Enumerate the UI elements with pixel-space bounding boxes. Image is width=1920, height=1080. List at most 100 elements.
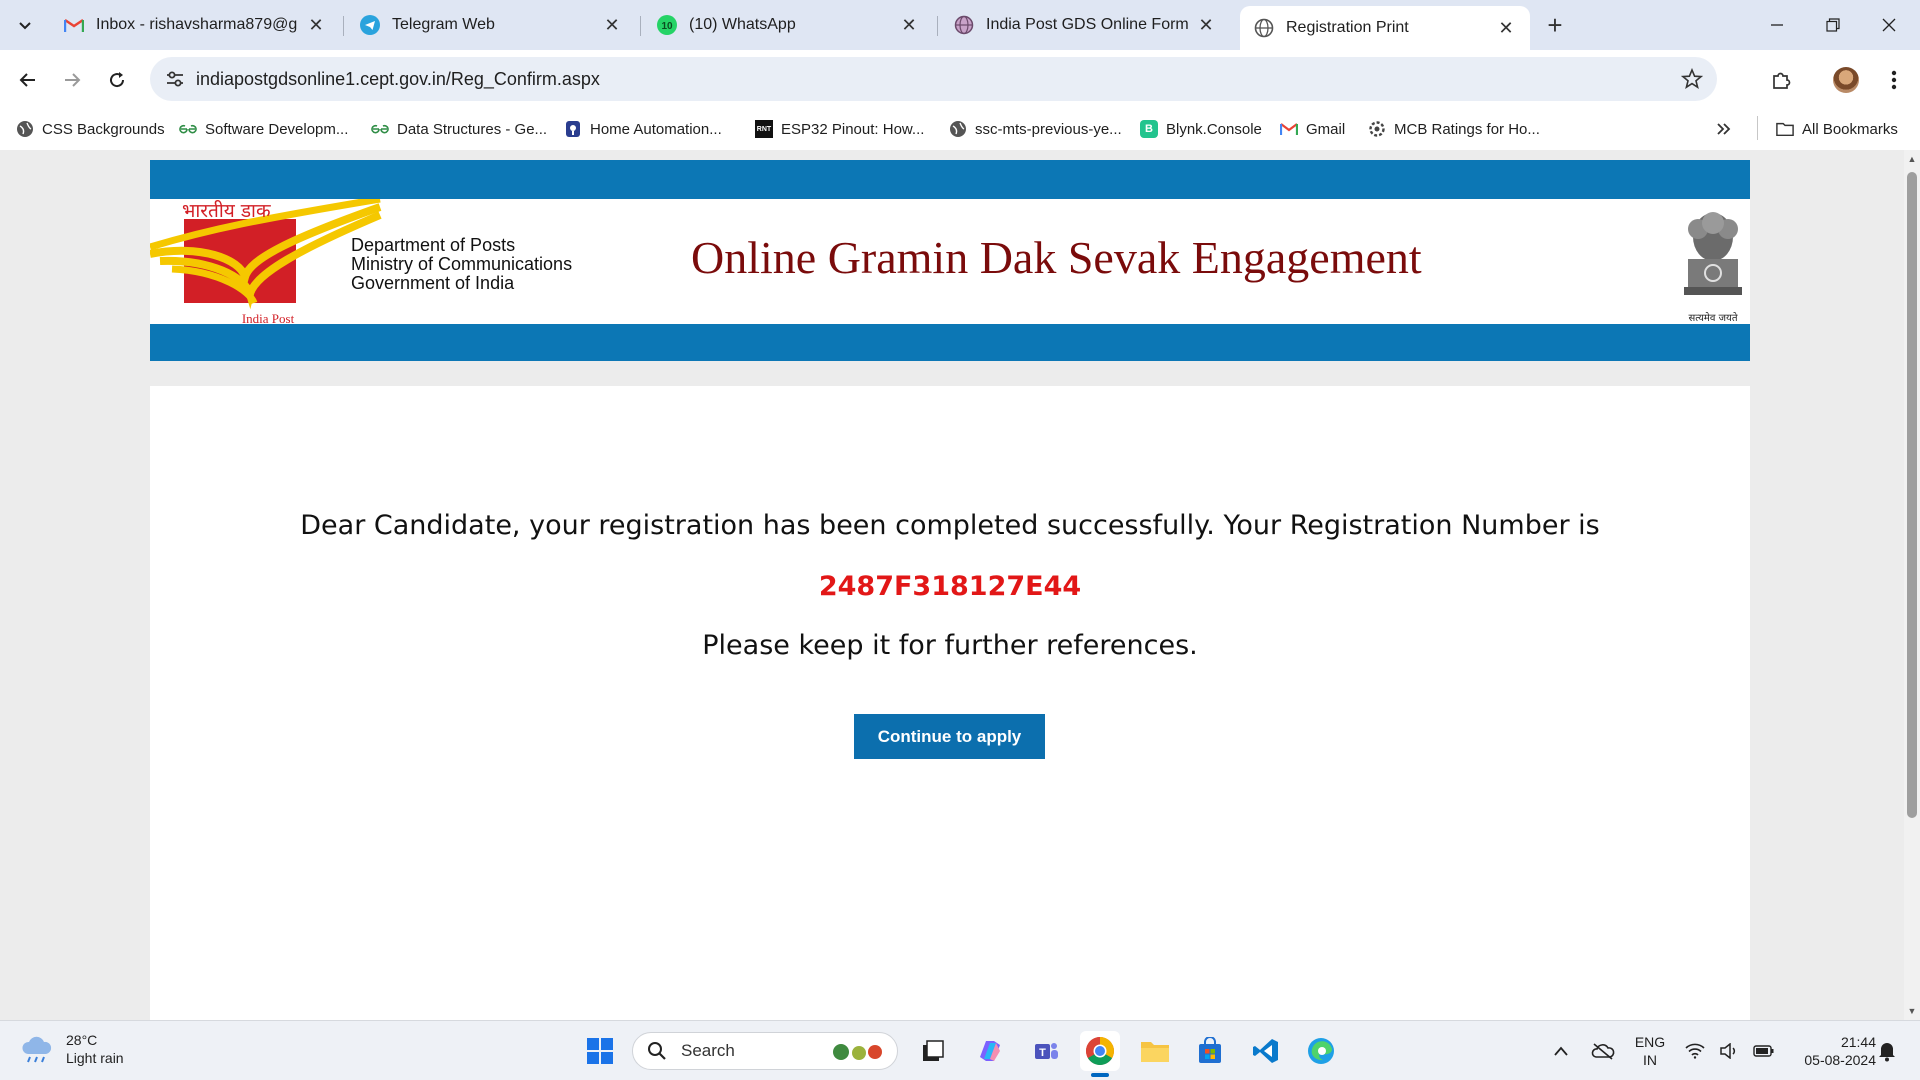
- active-app-indicator: [1091, 1073, 1109, 1077]
- scroll-thumb[interactable]: [1907, 172, 1917, 818]
- bookmark-label: ESP32 Pinout: How...: [781, 120, 925, 138]
- input-language[interactable]: ENG IN: [1630, 1033, 1670, 1069]
- menu-button[interactable]: [1877, 63, 1911, 97]
- bookmarks-overflow-button[interactable]: [1716, 116, 1732, 142]
- taskbar-chrome[interactable]: [1080, 1031, 1120, 1071]
- svg-text:T: T: [1039, 1047, 1046, 1059]
- more-vertical-icon: [1891, 70, 1897, 90]
- site-info-icon[interactable]: [164, 68, 186, 95]
- new-tab-button[interactable]: +: [1540, 10, 1570, 40]
- bookmark-mcb-ratings[interactable]: MCB Ratings for Ho...: [1368, 116, 1540, 142]
- gmail-icon: [64, 15, 84, 35]
- taskbar-edge[interactable]: [1301, 1031, 1341, 1071]
- close-window-button[interactable]: [1861, 0, 1917, 50]
- minimize-button[interactable]: [1749, 0, 1805, 50]
- notifications-button[interactable]: [1870, 1031, 1904, 1071]
- gmail-icon: [1280, 120, 1298, 138]
- header-band-bottom: [150, 324, 1750, 361]
- taskbar-copilot[interactable]: [970, 1031, 1010, 1071]
- tab-strip: Inbox - rishavsharma879@gma ✕ Telegram W…: [0, 0, 1920, 50]
- tab-india-post-form[interactable]: India Post GDS Online Form 202 ✕: [940, 6, 1230, 44]
- department-block: Department of Posts Ministry of Communic…: [351, 236, 572, 293]
- back-button[interactable]: [12, 64, 44, 96]
- close-icon[interactable]: ✕: [1496, 18, 1516, 38]
- bookmark-label: Data Structures - Ge...: [397, 120, 548, 138]
- reload-icon: [110, 72, 125, 88]
- page-viewport: भारतीय डाक India Post Department of Post…: [0, 150, 1904, 1020]
- wifi-icon: [1685, 1043, 1705, 1059]
- bookmark-gmail[interactable]: Gmail: [1280, 116, 1345, 142]
- tab-registration-print[interactable]: Registration Print ✕: [1240, 6, 1530, 50]
- extensions-button[interactable]: [1764, 63, 1798, 97]
- taskbar-teams[interactable]: T: [1026, 1031, 1066, 1071]
- tray-onedrive[interactable]: [1583, 1031, 1623, 1071]
- weather-temp: 28°C: [66, 1032, 98, 1048]
- profile-button[interactable]: [1829, 63, 1863, 97]
- chrome-icon: [1086, 1037, 1114, 1065]
- restore-button[interactable]: [1805, 0, 1861, 50]
- scroll-up-icon[interactable]: ▲: [1907, 154, 1917, 164]
- bookmark-css-backgrounds[interactable]: CSS Backgrounds: [16, 116, 165, 142]
- close-icon[interactable]: ✕: [899, 15, 919, 35]
- site-header: भारतीय डाक India Post Department of Post…: [150, 160, 1750, 361]
- taskbar-file-explorer[interactable]: [1135, 1031, 1175, 1071]
- star-icon[interactable]: [1680, 67, 1704, 95]
- taskbar-store[interactable]: [1190, 1031, 1230, 1071]
- windows-icon: [587, 1038, 613, 1064]
- close-icon[interactable]: ✕: [1196, 15, 1216, 35]
- page-title: Online Gramin Dak Sevak Engagement: [691, 232, 1422, 283]
- taskbar-task-view[interactable]: [913, 1031, 953, 1071]
- continue-to-apply-button[interactable]: Continue to apply: [854, 714, 1045, 759]
- forward-button[interactable]: [56, 64, 88, 96]
- header-band-top: [150, 160, 1750, 199]
- tab-telegram[interactable]: Telegram Web ✕: [346, 6, 636, 44]
- start-button[interactable]: [580, 1031, 620, 1071]
- battery-icon: [1753, 1045, 1774, 1057]
- weather-desc: Light rain: [66, 1050, 124, 1066]
- success-message: Dear Candidate, your registration has be…: [300, 510, 1600, 541]
- close-icon[interactable]: ✕: [602, 15, 622, 35]
- close-icon[interactable]: ✕: [306, 15, 326, 35]
- page-scrollbar[interactable]: ▲ ▼: [1904, 150, 1920, 1020]
- tray-overflow-button[interactable]: [1541, 1031, 1581, 1071]
- tab-gmail[interactable]: Inbox - rishavsharma879@gma ✕: [50, 6, 340, 44]
- tab-separator: [343, 16, 344, 36]
- blynk-icon: B: [1140, 120, 1158, 138]
- globe-icon: [954, 15, 974, 35]
- emblem-motto: सत्यमेव जयते: [1688, 312, 1737, 324]
- tab-search-button[interactable]: [10, 10, 40, 40]
- gfg-icon: [179, 120, 197, 138]
- taskbar-search[interactable]: Search: [632, 1032, 898, 1070]
- quick-settings-button[interactable]: [1678, 1031, 1782, 1071]
- rnt-icon: RNT: [755, 120, 773, 138]
- arrow-right-icon: [65, 73, 81, 87]
- clock-date: 05-08-2024: [1804, 1052, 1876, 1068]
- arrow-left-icon: [19, 73, 35, 87]
- clock[interactable]: 21:44 05-08-2024: [1780, 1033, 1876, 1069]
- all-bookmarks-button[interactable]: All Bookmarks: [1776, 116, 1898, 142]
- scroll-down-icon[interactable]: ▼: [1907, 1006, 1917, 1016]
- teams-icon: T: [1035, 1043, 1058, 1059]
- all-bookmarks-label: All Bookmarks: [1802, 120, 1898, 138]
- weather-widget[interactable]: 28°C Light rain: [20, 1031, 124, 1067]
- url-text: indiapostgdsonline1.cept.gov.in/Reg_Conf…: [196, 69, 600, 89]
- reload-button[interactable]: [101, 64, 133, 96]
- bookmark-esp32-pinout[interactable]: RNT ESP32 Pinout: How...: [755, 116, 924, 142]
- rain-cloud-icon: [22, 1036, 52, 1063]
- bookmark-ssc-mts[interactable]: ssc-mts-previous-ye...: [949, 116, 1122, 142]
- bookmark-home-automation[interactable]: Home Automation...: [564, 116, 722, 142]
- bookmark-label: MCB Ratings for Ho...: [1394, 120, 1540, 138]
- chevron-up-icon: [1554, 1046, 1568, 1056]
- bookmark-software-development[interactable]: Software Developm...: [179, 116, 348, 142]
- tab-whatsapp[interactable]: 10 (10) WhatsApp ✕: [643, 6, 933, 44]
- tab-separator: [937, 16, 938, 36]
- taskbar-vscode[interactable]: [1246, 1031, 1286, 1071]
- address-bar[interactable]: indiapostgdsonline1.cept.gov.in/Reg_Conf…: [150, 57, 1717, 101]
- bell-icon: [1879, 1043, 1895, 1062]
- bookmark-label: CSS Backgrounds: [42, 120, 165, 138]
- keep-reference-note: Please keep it for further references.: [702, 630, 1198, 661]
- bookmark-blynk[interactable]: B Blynk.Console: [1140, 116, 1262, 142]
- bookmark-data-structures[interactable]: Data Structures - Ge...: [371, 116, 547, 142]
- hindi-logo-text: भारतीय डाक: [182, 199, 271, 222]
- lang-line: IN: [1643, 1052, 1657, 1068]
